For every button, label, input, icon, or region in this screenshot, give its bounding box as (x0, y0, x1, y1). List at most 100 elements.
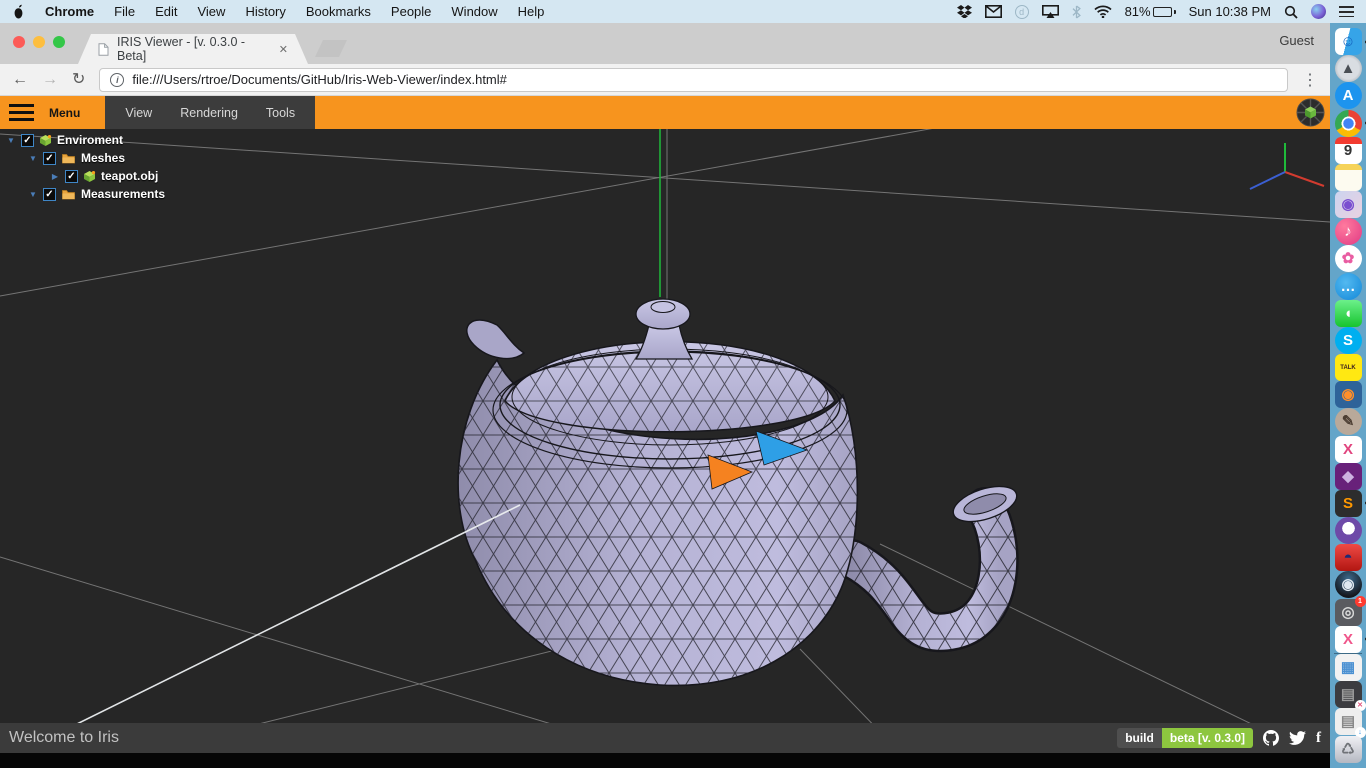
facebook-icon[interactable]: f (1316, 730, 1321, 747)
iris-logo-icon[interactable] (1296, 98, 1325, 132)
siri-icon[interactable] (1311, 4, 1326, 19)
dock-icon-xamarin-studio[interactable]: X (1335, 626, 1362, 653)
browser-menu-icon[interactable]: ⋮ (1302, 70, 1318, 90)
dock-icon-finder[interactable]: ☺ (1335, 28, 1362, 55)
dock-icon-notes[interactable] (1335, 164, 1362, 191)
notification-center-icon[interactable] (1339, 6, 1354, 17)
menu-item-edit[interactable]: Edit (155, 4, 177, 19)
menu-clock[interactable]: Sun 10:38 PM (1189, 4, 1271, 19)
tree-row-teapot-obj[interactable]: ▶✓teapot.obj (2, 167, 165, 185)
page-info-icon[interactable]: i (110, 73, 124, 87)
teapot-knob-stem (636, 325, 692, 359)
favicon (98, 43, 109, 56)
menu-item-help[interactable]: Help (518, 4, 545, 19)
forward-icon[interactable]: → (42, 72, 58, 88)
battery-indicator[interactable]: 81% (1125, 4, 1176, 19)
measurement-ray (0, 505, 520, 723)
minimize-window-button[interactable] (33, 36, 45, 48)
duet-icon[interactable]: d (1015, 5, 1029, 19)
tree-row-enviroment[interactable]: ▼✓Enviroment (2, 131, 165, 149)
chevron-right-icon[interactable]: ▶ (50, 172, 60, 181)
dock-icon-blender[interactable]: ◉ (1335, 381, 1362, 408)
dock-icon-github-desktop[interactable] (1335, 517, 1362, 544)
chrome-window: IRIS Viewer - [v. 0.3.0 - Beta] ✕ Guest … (0, 23, 1330, 768)
menu-app-name[interactable]: Chrome (45, 4, 94, 19)
visibility-checkbox[interactable]: ✓ (43, 188, 56, 201)
dock-icon-camera-utility[interactable]: ◎1 (1335, 599, 1362, 626)
tree-row-meshes[interactable]: ▼ ✓ Meshes (2, 149, 165, 167)
dock-icon-document-dark[interactable]: ▤✕ (1335, 681, 1362, 708)
dock-icon-arcade-game[interactable]: ◓ (1335, 544, 1362, 571)
dock-icon-chrome[interactable] (1335, 110, 1362, 137)
battery-percent: 81% (1125, 4, 1151, 19)
menu-item-history[interactable]: History (245, 4, 285, 19)
menu-item-bookmarks[interactable]: Bookmarks (306, 4, 371, 19)
macos-menu-items: File Edit View History Bookmarks People Window… (114, 4, 544, 19)
chevron-down-icon[interactable]: ▼ (28, 190, 38, 199)
battery-icon (1153, 7, 1172, 17)
dock-icon-kakaotalk[interactable]: TALK (1335, 354, 1362, 381)
dock-icon-skype[interactable]: S (1335, 327, 1362, 354)
profile-label[interactable]: Guest (1279, 33, 1314, 48)
dock-icon-launchpad[interactable]: ▲ (1335, 55, 1362, 82)
mail-icon[interactable] (985, 5, 1002, 18)
bluetooth-icon[interactable] (1072, 5, 1081, 19)
dock-icon-messages[interactable]: … (1335, 273, 1362, 300)
dropbox-icon[interactable] (957, 5, 972, 18)
dock-icon-app-store[interactable]: A (1335, 82, 1362, 109)
tree-item-label: Meshes (81, 151, 125, 165)
dock-icon-calendar[interactable]: 9 (1335, 137, 1362, 164)
dock-icon-itunes[interactable]: ♪ (1335, 218, 1362, 245)
dock-icon-xamarin[interactable]: X (1335, 436, 1362, 463)
hamburger-icon[interactable] (9, 104, 34, 121)
dock-icon-visual-studio[interactable]: ◆ (1335, 463, 1362, 490)
wifi-icon[interactable] (1094, 5, 1112, 18)
status-message: Welcome to Iris (9, 729, 119, 747)
menu-label[interactable]: Menu (49, 106, 80, 120)
reload-icon[interactable]: ↻ (72, 72, 85, 88)
dock-icon-document-download[interactable]: ▤↓ (1335, 708, 1362, 735)
airplay-icon[interactable] (1042, 5, 1059, 18)
visibility-checkbox[interactable]: ✓ (21, 134, 34, 147)
dock-icon-facetime[interactable]: ◖ (1335, 300, 1362, 327)
visibility-checkbox[interactable]: ✓ (65, 170, 78, 183)
window-bottom-strip (0, 753, 1330, 768)
new-tab-button[interactable] (315, 40, 347, 57)
github-icon[interactable] (1263, 730, 1279, 746)
iris-menu-view[interactable]: View (125, 106, 152, 120)
dock-icon-photo-booth[interactable]: ◉ (1335, 191, 1362, 218)
scene-canvas (0, 129, 1330, 723)
tree-row-measurements[interactable]: ▼✓Measurements (2, 185, 165, 203)
iris-menu-bar: Menu View Rendering Tools (0, 96, 1330, 129)
build-badge[interactable]: build beta [v. 0.3.0] (1117, 728, 1253, 748)
close-window-button[interactable] (13, 36, 25, 48)
tab-title: IRIS Viewer - [v. 0.3.0 - Beta] (117, 35, 271, 63)
viewport-3d[interactable]: ▼✓Enviroment▼✓Meshes▶✓teapot.obj▼✓Measur… (0, 129, 1330, 723)
dock-icon-steam[interactable]: ◉ (1335, 571, 1362, 598)
dock-icon-trash[interactable]: ♺ (1335, 736, 1362, 763)
apple-icon[interactable] (12, 4, 25, 20)
dock-icon-gimp[interactable]: ✎ (1335, 408, 1362, 435)
back-icon[interactable]: ← (12, 72, 28, 88)
spotlight-icon[interactable] (1284, 5, 1298, 19)
dock-icon-sublime-text[interactable]: S (1335, 490, 1362, 517)
dock-icon-photos[interactable]: ✿ (1335, 245, 1362, 272)
chevron-down-icon[interactable]: ▼ (6, 136, 16, 145)
folder-icon (61, 153, 76, 164)
browser-tab[interactable]: IRIS Viewer - [v. 0.3.0 - Beta] ✕ (78, 34, 308, 64)
menu-item-view[interactable]: View (197, 4, 225, 19)
teapot-handle (467, 320, 524, 359)
zoom-window-button[interactable] (53, 36, 65, 48)
dock-icon-document-image[interactable]: ▦ (1335, 654, 1362, 681)
menu-item-people[interactable]: People (391, 4, 431, 19)
twitter-icon[interactable] (1289, 731, 1306, 745)
tab-close-icon[interactable]: ✕ (279, 43, 288, 56)
visibility-checkbox[interactable]: ✓ (43, 152, 56, 165)
menu-item-window[interactable]: Window (451, 4, 497, 19)
axis-gizmo (1250, 143, 1324, 189)
iris-menu-rendering[interactable]: Rendering (180, 106, 238, 120)
menu-item-file[interactable]: File (114, 4, 135, 19)
chevron-down-icon[interactable]: ▼ (28, 154, 38, 163)
address-bar[interactable]: i file:///Users/rtroe/Documents/GitHub/I… (99, 68, 1288, 92)
iris-menu-tools[interactable]: Tools (266, 106, 295, 120)
